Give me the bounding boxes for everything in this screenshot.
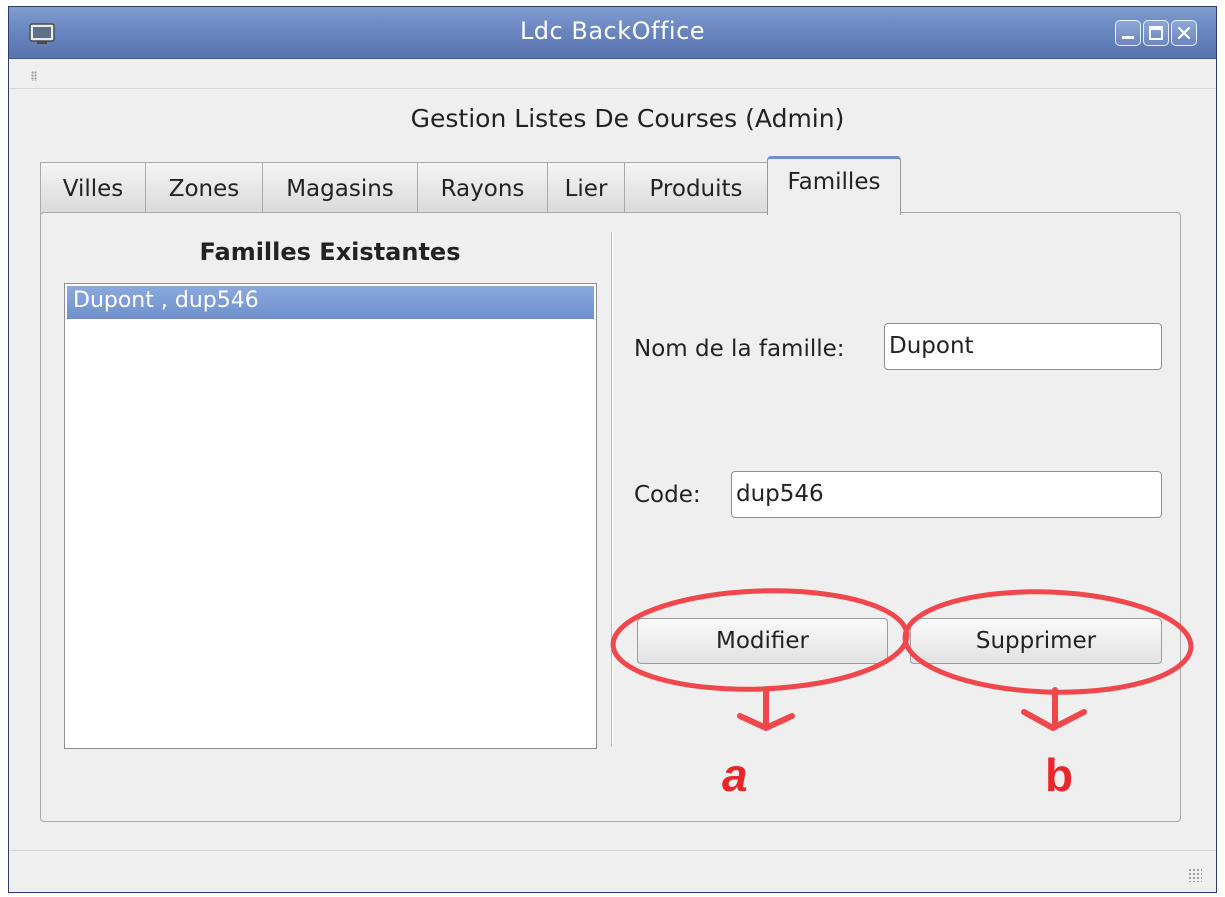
code-input[interactable]: dup546 — [731, 471, 1162, 518]
family-name-label: Nom de la famille: — [634, 336, 845, 362]
tab-villes[interactable]: Villes — [40, 162, 146, 214]
list-item[interactable]: Dupont , dup546 — [67, 286, 594, 319]
tab-rayons[interactable]: Rayons — [417, 162, 548, 214]
close-icon — [1177, 26, 1191, 40]
annotation-label-a: a — [722, 749, 748, 801]
modify-button[interactable]: Modifier — [637, 618, 888, 664]
delete-button[interactable]: Supprimer — [910, 618, 1162, 664]
tab-familles[interactable]: Familles — [767, 156, 901, 215]
minimize-icon — [1122, 36, 1134, 39]
resize-grip-icon[interactable] — [1188, 868, 1202, 882]
minimize-button[interactable] — [1115, 20, 1141, 46]
family-name-input[interactable]: Dupont — [884, 323, 1162, 370]
tab-magasins[interactable]: Magasins — [262, 162, 418, 214]
toolbar-grip-bar — [9, 59, 1216, 89]
grip-icon[interactable] — [31, 71, 37, 81]
tab-lier[interactable]: Lier — [547, 162, 625, 214]
title-bar[interactable]: Ldc BackOffice — [9, 7, 1216, 59]
vertical-separator — [611, 232, 613, 747]
tab-zones[interactable]: Zones — [145, 162, 263, 214]
status-bar — [9, 850, 1216, 892]
tab-produits[interactable]: Produits — [624, 162, 768, 214]
page-title: Gestion Listes De Courses (Admin) — [410, 104, 845, 133]
annotation-label-b: b — [1045, 749, 1074, 801]
close-button[interactable] — [1171, 20, 1197, 46]
window-title: Ldc BackOffice — [519, 17, 706, 45]
code-label: Code: — [634, 482, 701, 508]
families-list-title: Familles Existantes — [199, 238, 461, 266]
families-list[interactable]: Dupont , dup546 — [64, 283, 597, 749]
maximize-icon — [1149, 26, 1163, 40]
maximize-button[interactable] — [1143, 20, 1169, 46]
